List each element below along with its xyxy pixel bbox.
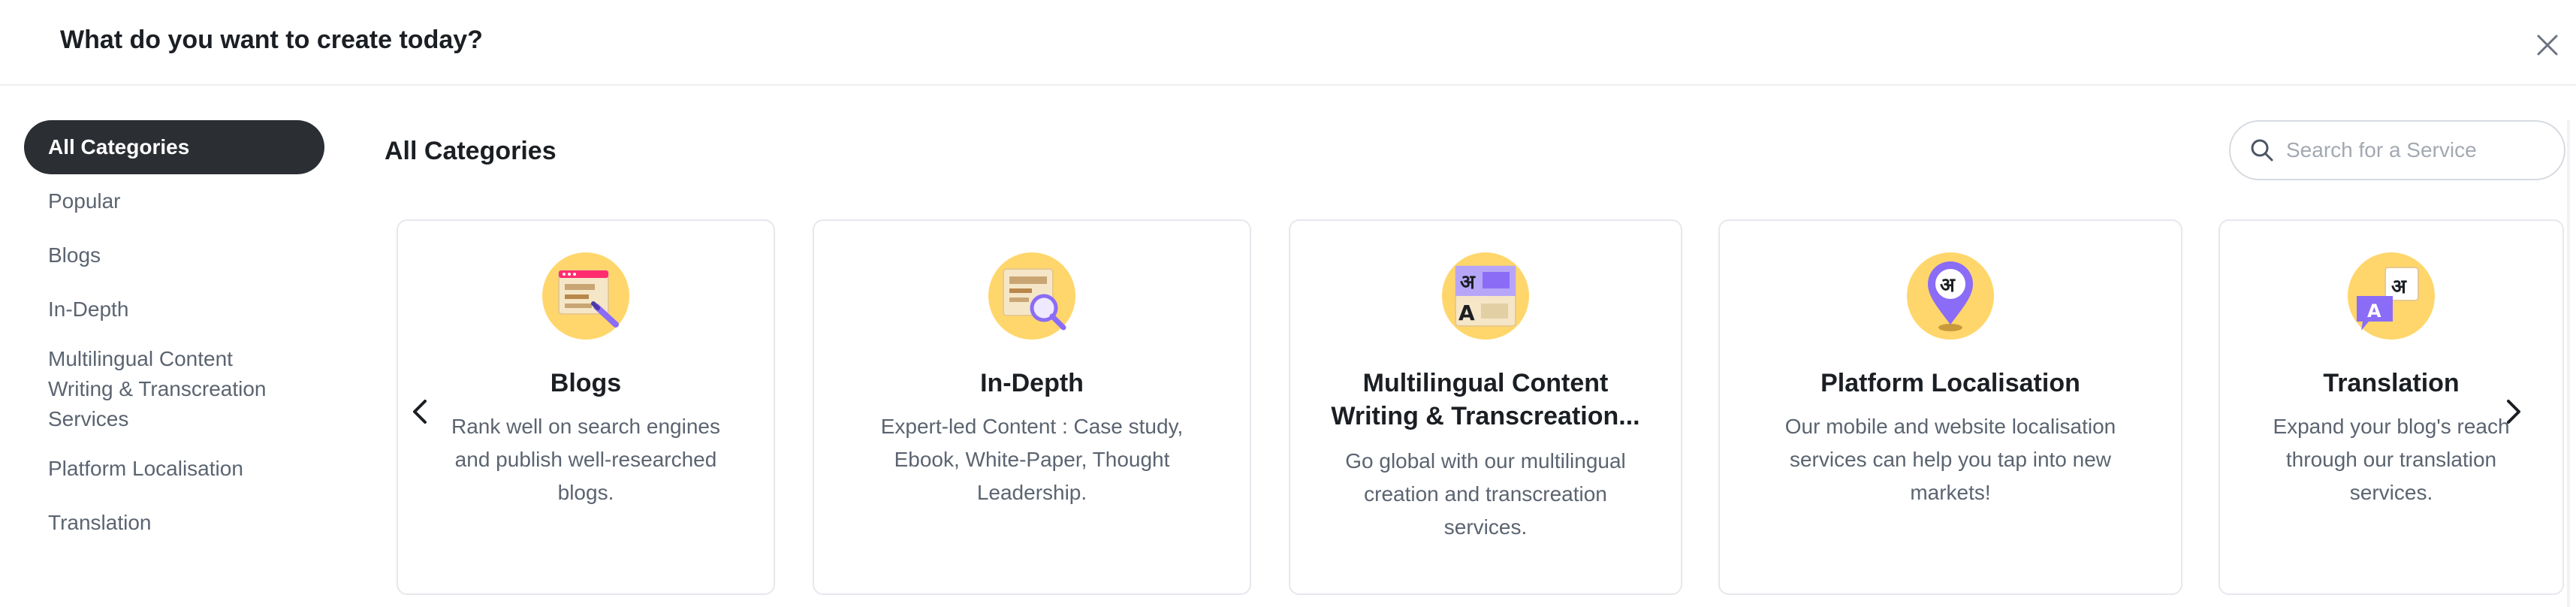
translation-icon: अ A bbox=[2346, 251, 2436, 341]
service-card-platform-localisation[interactable]: अ Platform Localisation Our mobile and w… bbox=[1718, 219, 2182, 595]
svg-text:A: A bbox=[2367, 300, 2381, 322]
create-modal: What do you want to create today? All Ca… bbox=[0, 0, 2576, 607]
card-title: Translation bbox=[2323, 369, 2460, 397]
service-carousel: Blogs Rank well on search engines and pu… bbox=[0, 219, 2576, 595]
card-description: Expand your blog's reach through our tra… bbox=[2273, 415, 2510, 504]
chevron-left-icon bbox=[413, 400, 427, 424]
section-title: All Categories bbox=[385, 137, 557, 165]
carousel-next-button[interactable] bbox=[2495, 394, 2531, 430]
sidebar-item-all-categories[interactable]: All Categories bbox=[24, 120, 324, 174]
carousel-prev-button[interactable] bbox=[403, 394, 439, 430]
card-title: In-Depth bbox=[980, 369, 1084, 397]
blog-icon bbox=[541, 251, 631, 341]
multilingual-icon: अ A bbox=[1440, 251, 1531, 341]
card-description: Our mobile and website localisation serv… bbox=[1784, 415, 2116, 504]
modal-title: What do you want to create today? bbox=[60, 26, 483, 54]
close-icon bbox=[2537, 35, 2558, 56]
service-card-multilingual[interactable]: अ A Multilingual Content Writing & Trans… bbox=[1289, 219, 1682, 595]
card-title: Multilingual Content Writing & Transcrea… bbox=[1331, 369, 1640, 430]
service-card-blogs[interactable]: Blogs Rank well on search engines and pu… bbox=[397, 219, 775, 595]
location-pin-icon: अ bbox=[1905, 251, 1995, 341]
card-description: Expert-led Content : Case study, Ebook, … bbox=[880, 415, 1184, 504]
svg-text:A: A bbox=[1458, 300, 1475, 325]
card-title: Blogs bbox=[550, 369, 622, 397]
search-icon bbox=[2251, 139, 2273, 162]
search-box bbox=[2229, 120, 2565, 180]
svg-text:अ: अ bbox=[1940, 274, 1956, 297]
in-depth-icon bbox=[987, 251, 1077, 341]
svg-text:अ: अ bbox=[1460, 271, 1476, 294]
modal-header: What do you want to create today? bbox=[0, 0, 2576, 86]
card-description: Rank well on search engines and publish … bbox=[451, 415, 720, 504]
chevron-right-icon bbox=[2507, 400, 2520, 424]
card-title: Platform Localisation bbox=[1820, 369, 2080, 397]
close-button[interactable] bbox=[2534, 32, 2561, 59]
service-card-in-depth[interactable]: In-Depth Expert-led Content : Case study… bbox=[813, 219, 1251, 595]
svg-text:अ: अ bbox=[2391, 276, 2407, 298]
card-description: Go global with our multilingual creation… bbox=[1345, 449, 1626, 539]
search-input[interactable] bbox=[2285, 137, 2543, 163]
